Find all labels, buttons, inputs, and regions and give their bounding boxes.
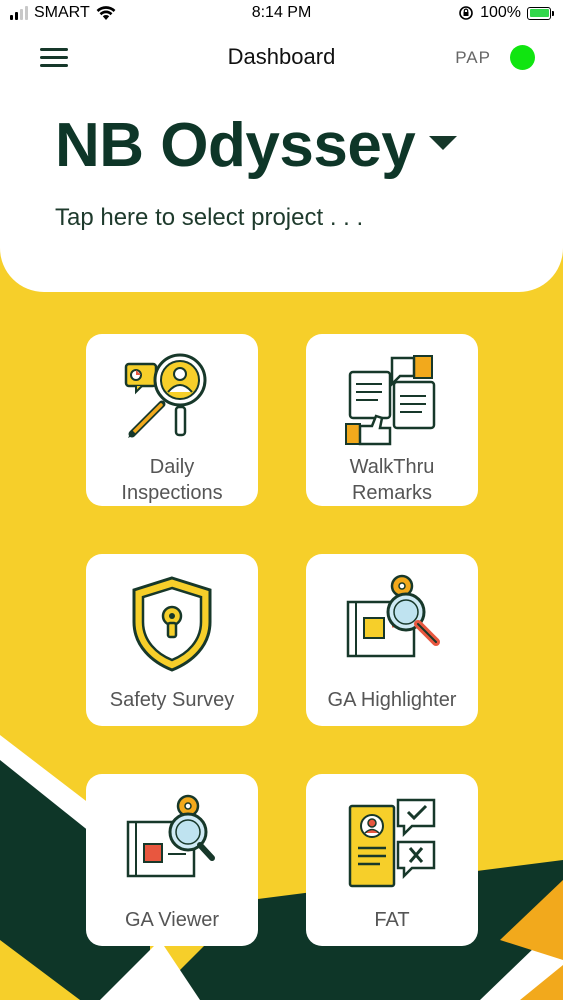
status-right: 100%	[458, 4, 554, 22]
user-initials[interactable]: PAP	[455, 48, 491, 68]
blueprint-viewer-icon	[126, 794, 215, 878]
tile-label-line2: Inspections	[121, 482, 223, 504]
tile-label: GA Highlighter	[327, 689, 457, 711]
blueprint-highlighter-icon	[346, 574, 440, 658]
tile-ga-highlighter[interactable]: GA Highlighter	[306, 554, 478, 726]
tile-safety-survey[interactable]: Safety Survey	[86, 554, 258, 726]
battery-icon	[527, 6, 554, 20]
tile-label: Daily Inspections	[86, 454, 258, 506]
inspection-magnifier-icon	[124, 353, 207, 438]
tile-label-line1: WalkThru	[349, 456, 435, 478]
tile-label-line2: Remarks	[351, 482, 432, 504]
project-select-hint[interactable]: Tap here to select project . . .	[55, 204, 363, 232]
battery-percent: 100%	[480, 4, 521, 21]
tile-label: Safety Survey	[109, 689, 235, 711]
header-card: Dashboard PAP NB Odyssey Tap here to sel…	[0, 30, 563, 292]
tile-label-line1: Daily	[149, 456, 195, 478]
tile-label: GA Viewer	[124, 909, 220, 931]
navigation-bar: Dashboard PAP	[0, 30, 563, 85]
thumbs-feedback-icon	[345, 355, 436, 446]
online-status-indicator	[510, 45, 535, 70]
tile-ga-viewer[interactable]: GA Viewer	[86, 774, 258, 946]
tile-daily-inspections[interactable]: Daily Inspections	[86, 334, 258, 506]
project-name: NB Odyssey	[55, 111, 416, 180]
tile-walkthru-remarks[interactable]: WalkThru Remarks	[306, 334, 478, 506]
status-bar: SMART 8:14 PM 100%	[0, 0, 563, 30]
document-checklist-icon	[348, 798, 436, 888]
tile-label: WalkThru Remarks	[306, 454, 478, 506]
tile-fat[interactable]: FAT	[306, 774, 478, 946]
caret-down-icon[interactable]	[429, 136, 458, 150]
tile-label: FAT	[374, 909, 410, 931]
shield-lock-icon	[132, 576, 212, 672]
orientation-lock-icon	[459, 6, 473, 20]
project-selector[interactable]: NB Odyssey	[55, 115, 535, 177]
